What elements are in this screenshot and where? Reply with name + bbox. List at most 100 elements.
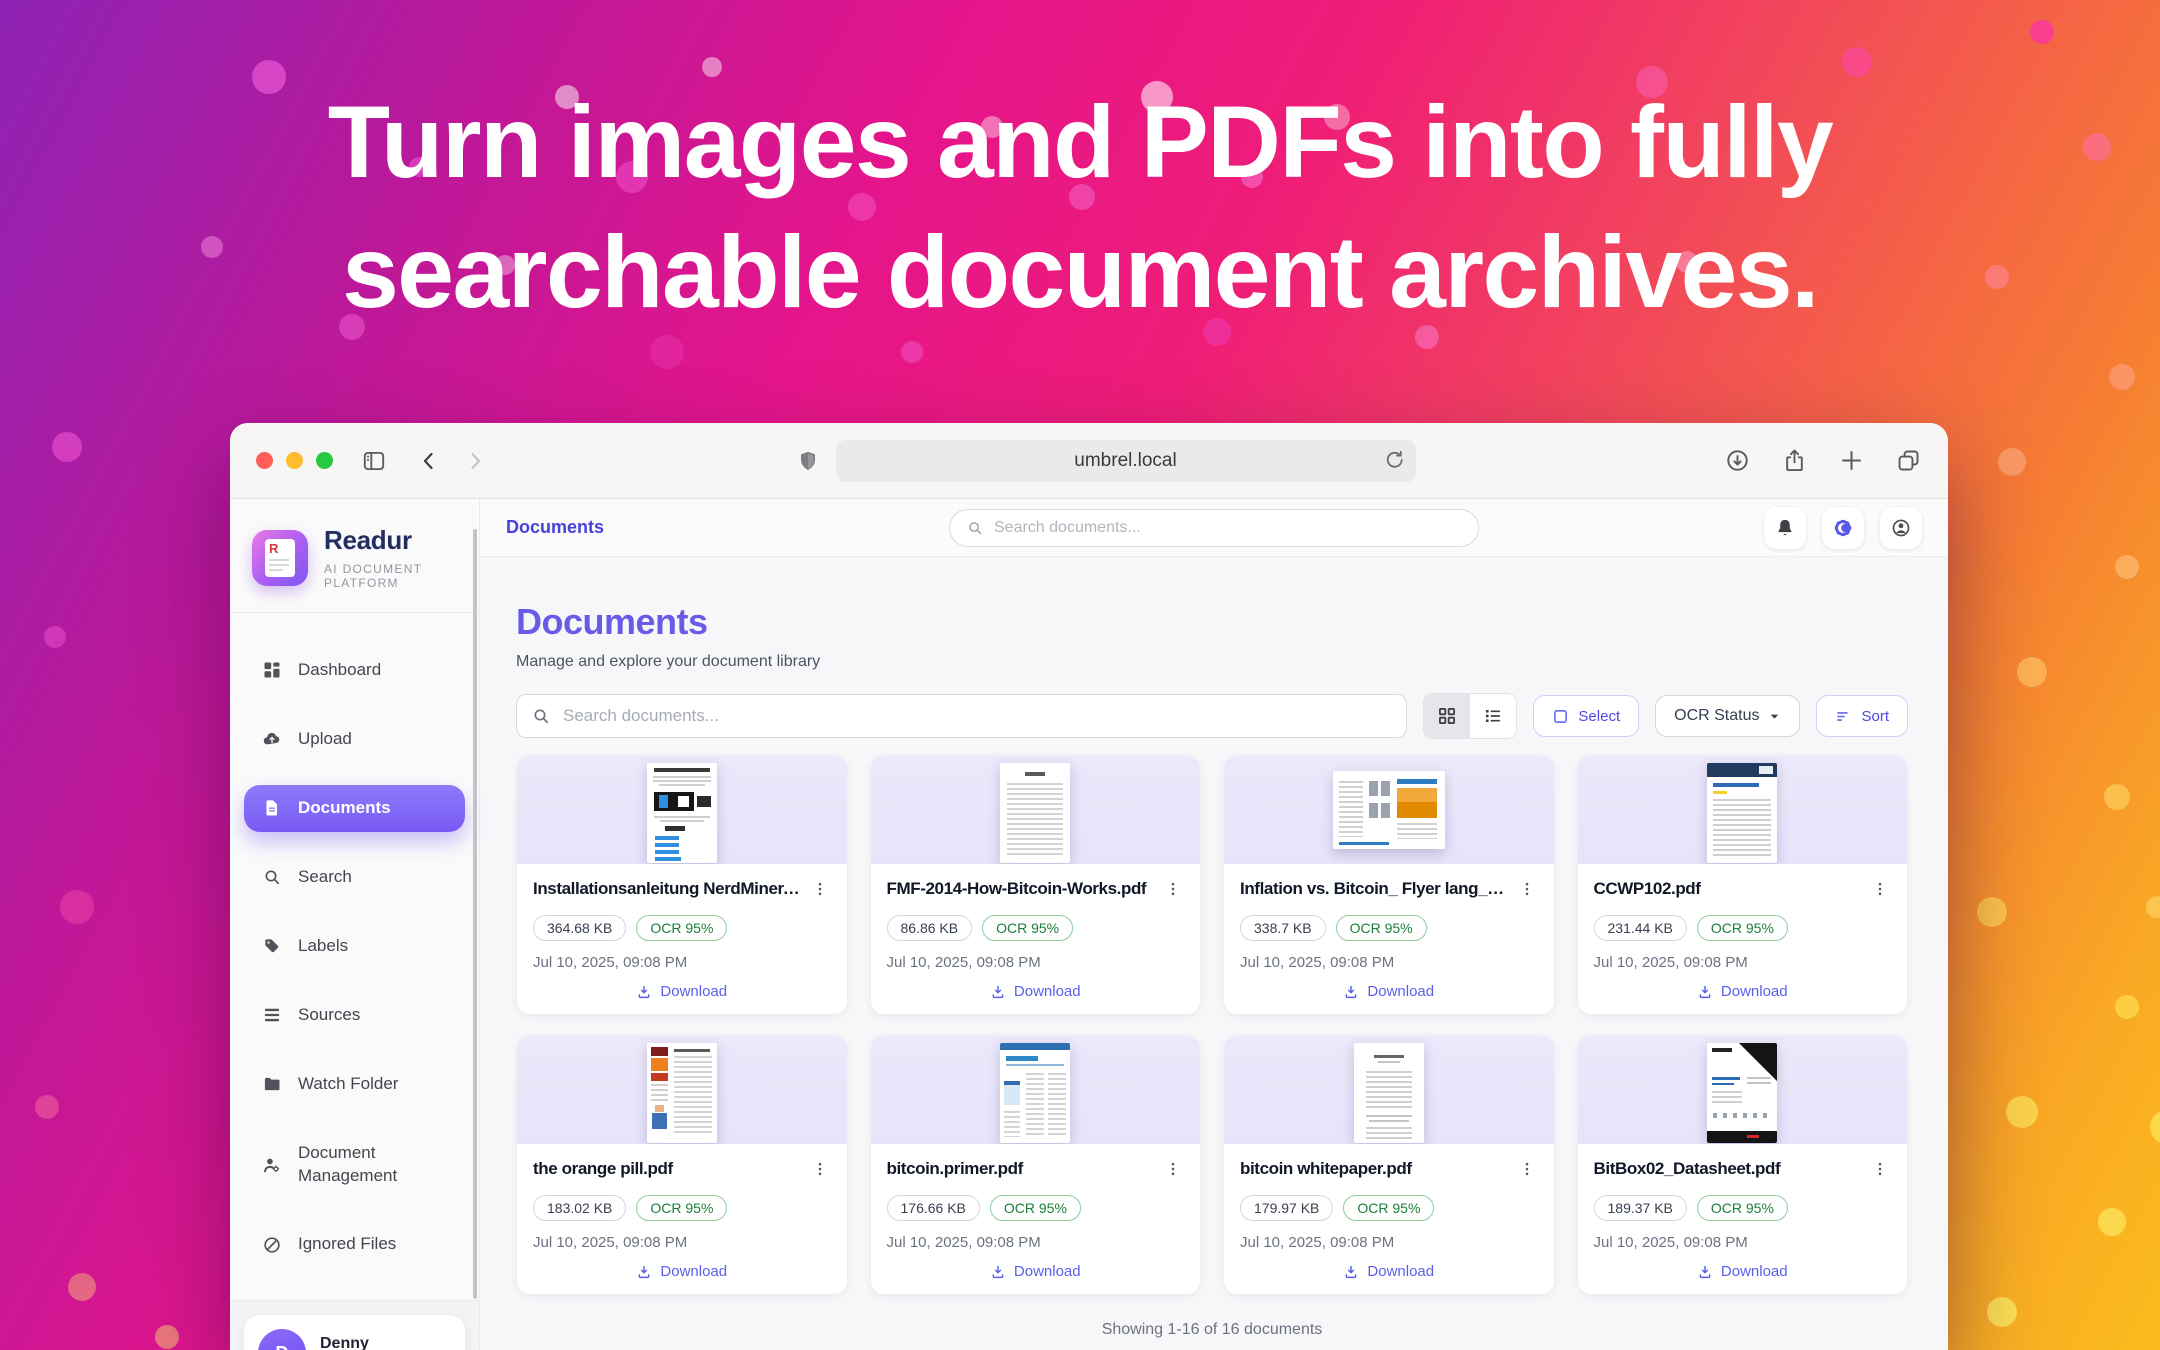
list-view-button[interactable] (1470, 694, 1516, 738)
download-link[interactable]: Download (990, 983, 1081, 1000)
download-link[interactable]: Download (1697, 983, 1788, 1000)
pdf-thumbnail[interactable] (1707, 763, 1777, 863)
document-title: CCWP102.pdf (1594, 878, 1864, 900)
document-card[interactable]: CCWP102.pdf 231.44 KB OCR 95% Jul 10, 20… (1577, 755, 1909, 1015)
reload-icon[interactable] (1382, 448, 1406, 472)
decorative-dots-pink (0, 0, 14, 14)
kebab-menu-icon[interactable] (1162, 1158, 1184, 1183)
results-count: Showing 1-16 of 16 documents (516, 1321, 1908, 1339)
url-input[interactable] (836, 450, 1416, 472)
document-card[interactable]: FMF-2014-How-Bitcoin-Works.pdf 86.86 KB … (870, 755, 1202, 1015)
pdf-thumbnail[interactable] (647, 1043, 717, 1143)
kebab-menu-icon[interactable] (809, 878, 831, 903)
download-label: Download (660, 983, 727, 1000)
ocr-status-badge: OCR 95% (990, 1195, 1081, 1221)
kebab-menu-icon[interactable] (1516, 878, 1538, 903)
download-link[interactable]: Download (1343, 983, 1434, 1000)
download-link[interactable]: Download (1697, 1263, 1788, 1280)
minimize-window-button[interactable] (286, 452, 303, 469)
sidebar-item-dashboard[interactable]: Dashboard (244, 647, 465, 694)
dashboard-grid-icon (262, 660, 282, 680)
theme-toggle-icon[interactable] (1822, 507, 1864, 549)
thumbnail-area (871, 1036, 1201, 1144)
ocr-status-badge: OCR 95% (636, 1195, 727, 1221)
zoom-window-button[interactable] (316, 452, 333, 469)
ocr-status-badge: OCR 95% (1697, 915, 1788, 941)
address-bar[interactable] (836, 440, 1416, 482)
download-link[interactable]: Download (990, 1263, 1081, 1280)
slash-circle-icon (262, 1235, 282, 1255)
share-icon[interactable] (1781, 447, 1808, 474)
sidebar-scrollbar[interactable] (473, 529, 477, 1299)
kebab-menu-icon[interactable] (1869, 1158, 1891, 1183)
document-date: Jul 10, 2025, 09:08 PM (1240, 954, 1538, 971)
documents-search-input[interactable] (563, 706, 1392, 726)
sidebar-toggle-icon[interactable] (361, 448, 387, 474)
sidebar-item-document-management[interactable]: Document Management (244, 1130, 440, 1200)
notifications-bell-icon[interactable] (1764, 507, 1806, 549)
download-link[interactable]: Download (1343, 1263, 1434, 1280)
grid-view-button[interactable] (1424, 694, 1470, 738)
kebab-menu-icon[interactable] (1162, 878, 1184, 903)
kebab-menu-icon[interactable] (1869, 878, 1891, 903)
kebab-menu-icon[interactable] (809, 1158, 831, 1183)
forward-icon[interactable] (463, 449, 487, 473)
new-tab-icon[interactable] (1838, 447, 1865, 474)
shield-icon[interactable] (796, 449, 820, 473)
pdf-thumbnail[interactable] (1354, 1043, 1424, 1143)
sidebar-item-label: Watch Folder (298, 1073, 398, 1096)
file-size-badge: 338.7 KB (1240, 915, 1326, 941)
sidebar-item-watch-folder[interactable]: Watch Folder (244, 1061, 465, 1108)
document-icon (262, 798, 282, 818)
download-link[interactable]: Download (636, 1263, 727, 1280)
download-icon (1697, 1264, 1713, 1280)
magnifier-icon (262, 867, 282, 887)
decorative-dots-yellow (0, 0, 14, 14)
pdf-thumbnail[interactable] (1000, 1043, 1070, 1143)
file-size-badge: 183.02 KB (533, 1195, 626, 1221)
select-label: Select (1578, 708, 1620, 725)
logo-page-glyph: R (265, 539, 295, 577)
sidebar-item-search[interactable]: Search (244, 854, 465, 901)
documents-search[interactable] (516, 694, 1407, 738)
download-label: Download (1367, 983, 1434, 1000)
readur-logo: R (252, 530, 308, 586)
pdf-thumbnail[interactable] (647, 763, 717, 863)
document-card[interactable]: bitcoin.primer.pdf 176.66 KB OCR 95% Jul… (870, 1035, 1202, 1295)
sidebar-item-documents[interactable]: Documents (244, 785, 465, 832)
document-card[interactable]: Installationsanleitung NerdMiner.pdf 364… (516, 755, 848, 1015)
header-search-input[interactable] (994, 519, 1462, 537)
document-card[interactable]: Inflation vs. Bitcoin_ Flyer lang_RGB.pd… (1223, 755, 1555, 1015)
pdf-thumbnail[interactable] (1333, 771, 1445, 849)
downloads-icon[interactable] (1724, 447, 1751, 474)
content-area: Documents (480, 499, 1948, 1350)
sidebar-item-upload[interactable]: Upload (244, 716, 465, 763)
user-profile-card[interactable]: D Denny admin@readur.com (244, 1315, 465, 1350)
pdf-thumbnail[interactable] (1000, 763, 1070, 863)
thumbnail-area (1578, 1036, 1908, 1144)
ocr-status-label: OCR Status (1674, 707, 1759, 725)
document-date: Jul 10, 2025, 09:08 PM (533, 1234, 831, 1251)
header-search[interactable] (949, 509, 1479, 547)
kebab-menu-icon[interactable] (1516, 1158, 1538, 1183)
back-icon[interactable] (417, 449, 441, 473)
select-button[interactable]: Select (1533, 695, 1639, 737)
account-icon[interactable] (1880, 507, 1922, 549)
document-card[interactable]: BitBox02_Datasheet.pdf 189.37 KB OCR 95%… (1577, 1035, 1909, 1295)
document-title: bitcoin.primer.pdf (887, 1158, 1157, 1180)
sidebar-item-labels[interactable]: Labels (244, 923, 465, 970)
ocr-status-dropdown[interactable]: OCR Status (1655, 695, 1800, 737)
document-card[interactable]: the orange pill.pdf 183.02 KB OCR 95% Ju… (516, 1035, 848, 1295)
close-window-button[interactable] (256, 452, 273, 469)
download-link[interactable]: Download (636, 983, 727, 1000)
document-card[interactable]: bitcoin whitepaper.pdf 179.97 KB OCR 95%… (1223, 1035, 1555, 1295)
sidebar-item-ignored-files[interactable]: Ignored Files (244, 1221, 465, 1268)
thumbnail-area (1578, 756, 1908, 864)
pdf-thumbnail[interactable] (1707, 1043, 1777, 1143)
breadcrumb[interactable]: Documents (506, 517, 604, 538)
sidebar-item-sources[interactable]: Sources (244, 992, 465, 1039)
tab-overview-icon[interactable] (1895, 447, 1922, 474)
file-size-badge: 231.44 KB (1594, 915, 1687, 941)
card-body: Installationsanleitung NerdMiner.pdf 364… (517, 864, 847, 1014)
sort-button[interactable]: Sort (1816, 695, 1908, 737)
